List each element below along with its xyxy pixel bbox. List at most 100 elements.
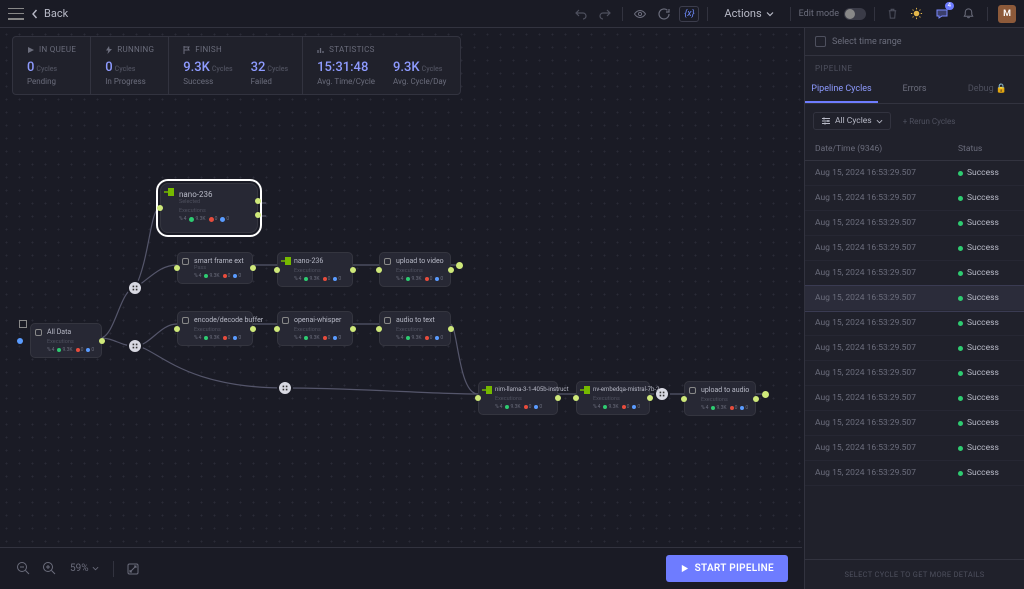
- chat-icon[interactable]: 4: [933, 5, 951, 23]
- tab-pipeline-cycles[interactable]: Pipeline Cycles: [805, 77, 878, 103]
- toolbar-separator: [707, 7, 708, 21]
- cycle-row[interactable]: Aug 15, 2024 16:53:29.507 Success: [805, 311, 1024, 336]
- node-nim-llama[interactable]: nim-llama-3-1-405b-instruct Executions %…: [478, 381, 558, 415]
- cycle-datetime: Aug 15, 2024 16:53:29.507: [815, 343, 958, 353]
- eye-icon[interactable]: [631, 5, 649, 23]
- node-encode-decode-buffer[interactable]: encode/decode buffer Executions %49.3K00: [177, 311, 253, 346]
- redo-icon[interactable]: [596, 5, 614, 23]
- refresh-icon[interactable]: [655, 5, 673, 23]
- junction-icon[interactable]: [277, 380, 293, 396]
- start-pipeline-button[interactable]: START PIPELINE: [666, 555, 788, 582]
- filter-all-cycles-dropdown[interactable]: All Cycles: [813, 112, 891, 130]
- cycle-row[interactable]: Aug 15, 2024 16:53:29.507 Success: [805, 211, 1024, 236]
- cycle-row[interactable]: Aug 15, 2024 16:53:29.507 Success: [805, 261, 1024, 286]
- cycle-row[interactable]: Aug 15, 2024 16:53:29.507 Success: [805, 436, 1024, 461]
- stat-finish: FINISH 9.3KCycles Success 32Cycles Faile…: [169, 37, 303, 94]
- junction-icon[interactable]: [127, 280, 143, 296]
- toolbar-separator: [790, 7, 791, 21]
- cycle-status: Success: [958, 268, 1014, 278]
- cycle-row[interactable]: Aug 15, 2024 16:53:29.507 Success: [805, 186, 1024, 211]
- status-dot-icon: [958, 221, 963, 226]
- node-audio-to-text[interactable]: audio to text Executions %49.3K00: [379, 311, 451, 346]
- sidebar-tabs: Pipeline Cycles Errors Debug 🔒: [805, 77, 1024, 104]
- cycle-row[interactable]: Aug 15, 2024 16:53:29.507 Success: [805, 461, 1024, 486]
- node-nano-236-selected[interactable]: nano-236 Selected Executions %4 9.3K 0 0: [160, 183, 258, 233]
- cycle-datetime: Aug 15, 2024 16:53:29.507: [815, 318, 958, 328]
- cycle-row[interactable]: Aug 15, 2024 16:53:29.507 Success: [805, 361, 1024, 386]
- chevron-down-icon: [766, 10, 774, 18]
- tab-errors[interactable]: Errors: [878, 77, 951, 103]
- status-dot-icon: [958, 196, 963, 201]
- cycle-row[interactable]: Aug 15, 2024 16:53:29.507 Success: [805, 411, 1024, 436]
- undo-icon[interactable]: [572, 5, 590, 23]
- back-button[interactable]: Back: [30, 7, 68, 20]
- chart-icon: [317, 46, 325, 54]
- menu-icon[interactable]: [8, 8, 24, 20]
- zoom-out-icon[interactable]: [14, 560, 32, 578]
- status-dot-icon: [958, 396, 963, 401]
- cycle-row[interactable]: Aug 15, 2024 16:53:29.507 Success: [805, 236, 1024, 261]
- node-icon: [384, 258, 391, 265]
- cycle-status: Success: [958, 468, 1014, 478]
- fit-screen-icon[interactable]: [124, 560, 142, 578]
- cycle-row[interactable]: Aug 15, 2024 16:53:29.507 Success: [805, 386, 1024, 411]
- cycle-status: Success: [958, 293, 1014, 303]
- cycle-status: Success: [958, 343, 1014, 353]
- lightning-icon: [105, 46, 113, 54]
- stats-bar: IN QUEUE 0Cycles Pending RUNNING 0Cycles…: [12, 36, 461, 95]
- zoom-in-icon[interactable]: [40, 560, 58, 578]
- actions-label: Actions: [724, 7, 761, 20]
- node-icon: [689, 387, 696, 394]
- end-port: [762, 391, 769, 398]
- nvidia-icon: [482, 386, 492, 394]
- sun-icon[interactable]: [907, 5, 925, 23]
- cycle-status: Success: [958, 418, 1014, 428]
- side-panel: Select time range PIPELINE Pipeline Cycl…: [804, 28, 1024, 589]
- stat-running: RUNNING 0Cycles In Progress: [91, 37, 169, 94]
- junction-icon[interactable]: [127, 338, 143, 354]
- cycle-status: Success: [958, 218, 1014, 228]
- cycle-row[interactable]: Aug 15, 2024 16:53:29.507 Success: [805, 286, 1024, 311]
- status-dot-icon: [958, 171, 963, 176]
- zoom-level-dropdown[interactable]: 59%: [66, 560, 103, 577]
- status-dot-icon: [958, 446, 963, 451]
- trash-icon[interactable]: [883, 5, 901, 23]
- node-upload-to-audio[interactable]: upload to audio Executions %49.3K00: [684, 381, 756, 416]
- status-dot-icon: [958, 371, 963, 376]
- status-dot-icon: [958, 246, 963, 251]
- bell-icon[interactable]: [959, 5, 977, 23]
- cycle-table-header: Date/Time (9346) Status: [805, 138, 1024, 161]
- cycle-status: Success: [958, 168, 1014, 178]
- node-all-data[interactable]: All Data Executions %49.3K00: [30, 323, 102, 358]
- chevron-left-icon: [30, 9, 40, 19]
- status-dot-icon: [958, 296, 963, 301]
- node-smart-frame-ext[interactable]: smart frame ext Pass %49.3K00: [177, 252, 253, 284]
- node-openai-whisper[interactable]: openai-whisper Executions %49.3K00: [277, 311, 353, 346]
- cycle-status: Success: [958, 393, 1014, 403]
- chevron-down-icon: [92, 565, 99, 572]
- toolbar-separator: [874, 7, 875, 21]
- select-time-range-checkbox[interactable]: Select time range: [815, 36, 1014, 47]
- cycle-row[interactable]: Aug 15, 2024 16:53:29.507 Success: [805, 161, 1024, 186]
- pipeline-canvas[interactable]: nano-236 Selected Executions %4 9.3K 0 0…: [0, 28, 802, 547]
- cycle-list[interactable]: Aug 15, 2024 16:53:29.507 SuccessAug 15,…: [805, 161, 1024, 559]
- cycle-row[interactable]: Aug 15, 2024 16:53:29.507 Success: [805, 336, 1024, 361]
- chevron-down-icon: [876, 118, 883, 125]
- stat-in-queue: IN QUEUE 0Cycles Pending: [13, 37, 91, 94]
- nvidia-icon: [164, 188, 174, 196]
- cycle-datetime: Aug 15, 2024 16:53:29.507: [815, 268, 958, 278]
- variable-icon[interactable]: {x}: [679, 6, 699, 22]
- avatar[interactable]: M: [998, 5, 1016, 23]
- node-nv-embedqa[interactable]: nv-embedqa-mistral-7b-2 Executions %49.3…: [576, 381, 650, 415]
- edit-mode-toggle[interactable]: [844, 8, 866, 20]
- play-icon: [680, 564, 689, 573]
- cycle-status: Success: [958, 443, 1014, 453]
- actions-dropdown[interactable]: Actions: [716, 4, 781, 23]
- tab-debug[interactable]: Debug 🔒: [951, 77, 1024, 103]
- cycle-status: Success: [958, 193, 1014, 203]
- node-upload-to-video[interactable]: upload to video Executions %49.3K00: [379, 252, 451, 287]
- cycle-datetime: Aug 15, 2024 16:53:29.507: [815, 168, 958, 178]
- node-nano-236[interactable]: nano-236 Executions %49.3K00: [277, 252, 353, 287]
- cycle-datetime: Aug 15, 2024 16:53:29.507: [815, 243, 958, 253]
- cycle-status: Success: [958, 368, 1014, 378]
